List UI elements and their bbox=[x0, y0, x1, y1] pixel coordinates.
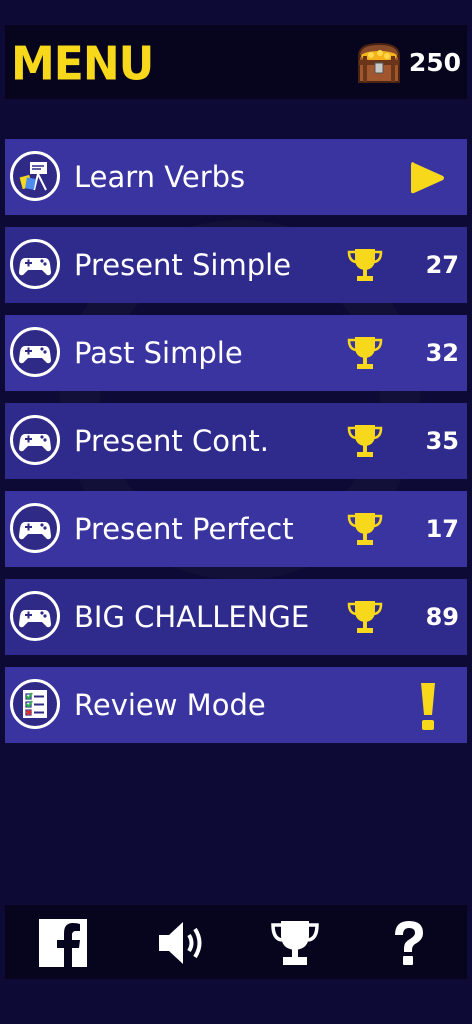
menu-item-review-mode[interactable]: Review Mode bbox=[5, 667, 467, 743]
menu-item-learn-verbs[interactable]: Learn Verbs bbox=[5, 139, 467, 215]
score-value: 89 bbox=[425, 603, 459, 631]
learn-verbs-icon bbox=[10, 151, 60, 201]
checklist-icon bbox=[10, 679, 60, 729]
menu-item-label: Past Simple bbox=[74, 336, 243, 370]
exclamation-icon bbox=[421, 683, 435, 730]
leaderboard-button[interactable] bbox=[267, 915, 323, 971]
help-button[interactable] bbox=[381, 915, 437, 971]
menu-item-label: Review Mode bbox=[74, 688, 266, 722]
score-value: 32 bbox=[425, 339, 459, 367]
treasure-chest-icon bbox=[357, 42, 400, 83]
gamepad-icon bbox=[10, 327, 60, 377]
trophy-icon bbox=[347, 425, 383, 457]
play-icon[interactable] bbox=[407, 158, 447, 198]
menu-item-present-simple[interactable]: Present Simple 27 bbox=[5, 227, 467, 303]
trophy-icon bbox=[347, 601, 383, 633]
gamepad-icon bbox=[10, 415, 60, 465]
top-bar: MENU 250 bbox=[5, 25, 467, 99]
page-title: MENU bbox=[11, 37, 154, 92]
sound-icon bbox=[159, 922, 202, 964]
bottom-bar bbox=[5, 905, 467, 979]
gamepad-icon bbox=[10, 503, 60, 553]
score-value: 17 bbox=[425, 515, 459, 543]
facebook-button[interactable] bbox=[35, 915, 91, 971]
menu-item-label: Present Perfect bbox=[74, 512, 294, 546]
menu-item-label: Present Cont. bbox=[74, 424, 269, 458]
trophy-icon bbox=[347, 337, 383, 369]
menu-item-label: Learn Verbs bbox=[74, 160, 246, 194]
trophy-icon bbox=[271, 921, 319, 965]
score-value: 35 bbox=[425, 427, 459, 455]
sound-button[interactable] bbox=[153, 915, 209, 971]
menu-item-past-simple[interactable]: Past Simple 32 bbox=[5, 315, 467, 391]
menu-item-label: BIG CHALLENGE bbox=[74, 600, 310, 634]
score-value: 27 bbox=[425, 251, 459, 279]
menu-item-present-perfect[interactable]: Present Perfect 17 bbox=[5, 491, 467, 567]
trophy-icon bbox=[347, 249, 383, 281]
menu-item-label: Present Simple bbox=[74, 248, 292, 282]
coin-balance: 250 bbox=[353, 36, 461, 88]
menu-item-present-continuous[interactable]: Present Cont. 35 bbox=[5, 403, 467, 479]
menu-list: Learn Verbs Present Simple 27 Past Simpl… bbox=[5, 139, 467, 755]
menu-item-big-challenge[interactable]: BIG CHALLENGE 89 bbox=[5, 579, 467, 655]
trophy-icon bbox=[347, 513, 383, 545]
facebook-icon bbox=[39, 919, 87, 967]
gamepad-icon bbox=[10, 239, 60, 289]
gamepad-icon bbox=[10, 591, 60, 641]
coin-count: 250 bbox=[408, 47, 461, 77]
help-icon bbox=[395, 921, 423, 965]
